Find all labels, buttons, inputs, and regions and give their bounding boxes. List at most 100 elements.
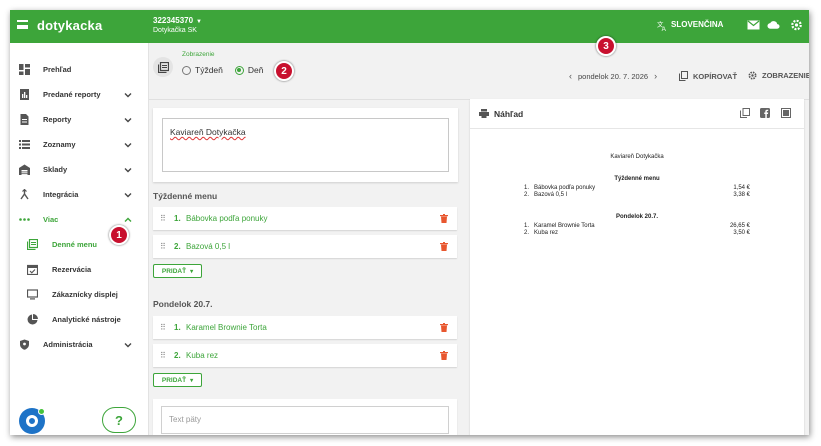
receipt-line-price: 3,50 €	[733, 230, 750, 236]
chat-icon	[26, 415, 38, 427]
drag-handle-icon[interactable]: ⠿	[160, 242, 166, 251]
item-name[interactable]: Karamel Brownie Torta	[186, 323, 267, 332]
drag-handle-icon[interactable]: ⠿	[160, 323, 166, 332]
monitor-icon	[27, 289, 38, 300]
facebook-icon[interactable]	[760, 108, 770, 118]
business-name-text: Kaviareň Dotykačka	[170, 127, 246, 137]
sidebar-item-analyticke-nastroje[interactable]: Analytické nástroje	[10, 307, 149, 332]
sidebar-item-reporty[interactable]: Reporty	[10, 107, 149, 132]
business-name-input[interactable]: Kaviareň Dotykačka	[162, 118, 449, 172]
receipt-line-number: 1.	[524, 223, 530, 229]
delete-icon[interactable]	[440, 242, 448, 251]
chevron-down-icon[interactable]	[124, 191, 132, 199]
sidebar-item-label: Predané reporty	[43, 90, 101, 99]
day-radio[interactable]	[234, 65, 244, 75]
menu-item-row[interactable]: ⠿ 2. Kuba rez	[153, 344, 457, 367]
item-name[interactable]: Kuba rez	[186, 351, 218, 360]
receipt-weekly-heading: Týždenné menu	[614, 176, 660, 182]
item-number: 2.	[174, 351, 181, 360]
date-navigator: ‹ pondelok 20. 7. 2026 ›	[563, 71, 663, 81]
account-id: 322345370	[153, 16, 194, 25]
receipt-line-name: Kuba rez	[534, 230, 559, 236]
copy-button-label: KOPÍROVAŤ	[693, 71, 738, 81]
week-radio-label[interactable]: Týždeň	[195, 65, 223, 75]
integration-icon	[20, 189, 29, 200]
sidebar-item-prehlad[interactable]: Prehľad	[10, 57, 149, 82]
copy-icon[interactable]	[740, 108, 750, 118]
sidebar-item-label: Sklady	[43, 165, 68, 174]
language-selector[interactable]: SLOVENČINA	[671, 20, 723, 29]
receipt-line-number: 1.	[524, 185, 530, 191]
sidebar-item-administracia[interactable]: Administrácia	[10, 332, 149, 357]
add-day-item-button[interactable]: PRIDAŤ ▾	[153, 373, 202, 387]
mail-icon[interactable]	[747, 19, 760, 31]
sidebar-item-predane-reporty[interactable]: Predané reporty	[10, 82, 149, 107]
add-weekly-item-button[interactable]: PRIDAŤ ▾	[153, 264, 202, 278]
copy-button[interactable]: KOPÍROVAŤ	[679, 71, 737, 81]
delete-icon[interactable]	[440, 351, 448, 360]
item-name[interactable]: Bazová 0,5 l	[186, 242, 230, 251]
translate-icon[interactable]: 文A	[657, 20, 668, 31]
report-icon	[20, 89, 29, 100]
weekly-menu-heading: Týždenné menu	[153, 191, 218, 201]
cloud-icon[interactable]	[767, 19, 780, 31]
settings-icon[interactable]	[790, 19, 803, 31]
chevron-right-icon[interactable]: ›	[654, 71, 657, 81]
menu-item-row[interactable]: ⠿ 1. Bábovka podľa ponuky	[153, 207, 457, 230]
help-button[interactable]: ?	[102, 407, 136, 433]
item-number: 1.	[174, 323, 181, 332]
sidebar-item-viac[interactable]: Viac	[10, 207, 149, 232]
chevron-down-icon[interactable]	[124, 341, 132, 349]
list-icon	[19, 140, 30, 149]
display-label: Zobrazenie	[182, 51, 215, 58]
receipt-line-price: 26,65 €	[729, 223, 750, 229]
receipt-line-name: Bazová 0,5 l	[534, 192, 568, 198]
add-button-label: PRIDAŤ	[161, 267, 187, 275]
display-settings-button[interactable]: ZOBRAZENIE	[748, 71, 809, 80]
chevron-down-icon[interactable]	[124, 141, 132, 149]
sidebar-item-rezervacia[interactable]: Rezervácia	[10, 257, 149, 282]
day-menu-heading: Pondelok 20.7.	[153, 299, 213, 309]
footer-placeholder: Text päty	[169, 415, 202, 424]
daily-menu-icon	[27, 239, 38, 250]
footer-text-input[interactable]: Text päty	[161, 406, 449, 434]
delete-icon[interactable]	[440, 214, 448, 223]
chevron-left-icon[interactable]: ‹	[569, 71, 572, 81]
receipt-line-name: Karamel Brownie Torta	[534, 223, 595, 229]
caret-down-icon: ▼	[196, 19, 202, 25]
sidebar-item-integracia[interactable]: Integrácia	[10, 182, 149, 207]
sidebar-item-label: Reporty	[43, 115, 72, 124]
display-settings-label: ZOBRAZENIE	[762, 71, 809, 80]
chevron-up-icon[interactable]	[124, 216, 132, 224]
day-radio-label[interactable]: Deň	[248, 65, 264, 75]
footer-text-card: Text päty	[153, 399, 457, 435]
chevron-down-icon[interactable]	[124, 116, 132, 124]
drag-handle-icon[interactable]: ⠿	[160, 214, 166, 223]
delete-icon[interactable]	[440, 323, 448, 332]
week-radio[interactable]	[182, 65, 191, 75]
drag-handle-icon[interactable]: ⠿	[160, 351, 166, 360]
preview-title: Náhľad	[494, 109, 524, 119]
image-icon[interactable]	[781, 108, 791, 118]
daily-menu-icon	[157, 61, 169, 73]
receipt-line-number: 2.	[524, 192, 530, 198]
item-name[interactable]: Bábovka podľa ponuky	[186, 214, 268, 223]
menu-item-row[interactable]: ⠿ 1. Karamel Brownie Torta	[153, 316, 457, 339]
more-icon	[19, 218, 30, 221]
sidebar-item-label: Viac	[43, 215, 59, 224]
chevron-down-icon: ▾	[190, 268, 194, 275]
sidebar-item-sklady[interactable]: Sklady	[10, 157, 149, 182]
receipt-business-name: Kaviareň Dotykačka	[610, 154, 664, 160]
sidebar-item-label: Prehľad	[43, 65, 72, 74]
sidebar-item-zakaznicky-displej[interactable]: Zákaznícky displej	[10, 282, 149, 307]
app-logo: dotykacka	[37, 18, 103, 33]
menu-item-row[interactable]: ⠿ 2. Bazová 0,5 l	[153, 235, 457, 258]
menu-icon[interactable]	[17, 20, 28, 29]
top-bar: dotykacka 322345370 ▼ Dotykačka SK 文A SLO…	[10, 10, 809, 43]
sidebar-item-label: Zákaznícky displej	[52, 290, 118, 299]
chevron-down-icon[interactable]	[124, 166, 132, 174]
chevron-down-icon[interactable]	[124, 91, 132, 99]
account-selector[interactable]: 322345370 ▼	[153, 16, 202, 25]
sidebar-item-zoznamy[interactable]: Zoznamy	[10, 132, 149, 157]
chat-button[interactable]	[19, 408, 45, 434]
